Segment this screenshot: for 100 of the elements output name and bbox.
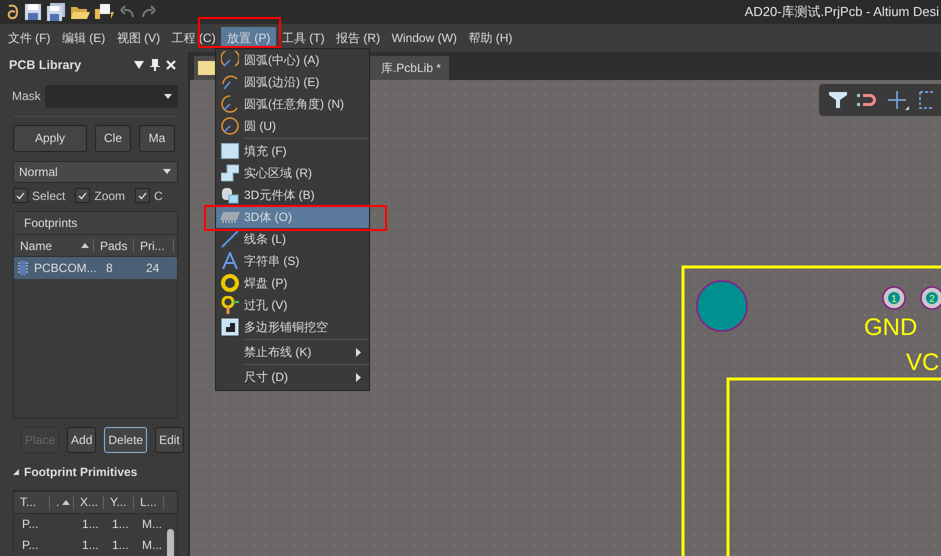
section-title: Footprints [24,216,78,230]
action-button[interactable]: Edit [155,426,184,453]
table-cell: M... [142,517,162,532]
menu-item[interactable]: 编辑 (E) [56,26,111,50]
menu-item[interactable]: Window (W) [386,28,463,48]
column-header[interactable]: Name [14,239,94,252]
menu-item[interactable]: 文件 (F) [2,26,56,50]
caret-icon [164,94,172,99]
expand-icon[interactable] [13,469,19,476]
checkbox[interactable] [13,188,28,204]
panel-title: PCB Library [9,58,82,72]
table-cell-text: 8 [105,261,114,276]
designator-label: VC [906,349,940,376]
menu-item[interactable]: 填充 (F) [216,140,369,162]
dropdown-icon[interactable] [134,61,144,70]
window-title: AD20-库测试.PrjPcb - Altium Desi [744,3,940,21]
cylinder-icon [221,186,239,204]
action-button[interactable]: Delete [104,426,148,453]
menu-item[interactable]: 焊盘 (P) [216,272,369,294]
mode-dropdown[interactable]: Normal [13,160,178,183]
pad: 1 [882,286,906,310]
section-title: Footprint Primitives [24,465,138,480]
table-cell: 1... [82,538,99,552]
table-cell: M... [142,538,162,552]
menu-item[interactable]: 线条 (L) [216,228,369,250]
filter-button[interactable]: Ma [139,124,175,152]
check-icon [16,192,25,200]
menu-item[interactable]: 帮助 (H) [462,26,518,50]
mounting-hole [696,280,748,332]
menu-item[interactable]: 多边形铺铜挖空 [216,316,369,338]
selection-icon[interactable] [919,91,933,109]
arc-icon [221,73,239,91]
column-header[interactable]: X... [74,496,104,509]
table-cell: 1... [82,517,99,532]
line-icon [221,230,239,248]
menu-item[interactable]: 尺寸 (D) [216,366,369,388]
table-cell: 1... [112,538,129,552]
region-icon [221,164,239,182]
menu-item[interactable]: 实心区域 (R) [216,162,369,184]
menu-item[interactable]: 圆弧(任意角度) (N) [216,93,369,115]
checkbox-label: C [154,188,163,203]
table-cell: P... [22,517,38,532]
folder-document-icon[interactable] [94,3,114,21]
menu-item[interactable]: 圆弧(中心) (A) [216,49,369,71]
menu-item[interactable]: 圆 (U) [216,115,369,137]
table-cell-text: 24 [145,261,160,276]
table-cell: P... [22,538,38,552]
menu-item[interactable]: 禁止布线 (K) [216,341,369,363]
pin-icon[interactable] [150,59,160,72]
via-icon [221,296,239,314]
chip-icon [220,210,240,224]
pad-icon [221,274,239,292]
rectangle-icon [221,142,239,160]
menu-item[interactable]: 字符串 (S) [216,250,369,272]
caret-icon [163,169,171,174]
column-header[interactable]: T... [14,496,50,509]
filter-button[interactable]: Apply [13,124,87,152]
menu-item[interactable]: 视图 (V) [111,26,166,50]
column-header[interactable]: L... [134,496,164,509]
chip-icon [18,261,28,276]
circle-icon [221,117,239,135]
checkbox-label: Select [32,188,66,203]
check-icon [78,192,88,200]
designator-label: GND [864,314,918,341]
checkbox[interactable] [75,188,90,204]
column-header[interactable]: Pri... [134,239,174,252]
crosshair-icon[interactable] [887,90,909,110]
column-header[interactable]: Pads [94,239,134,252]
logo-icon [6,3,20,21]
table-cell: 1... [112,517,129,532]
column-header[interactable]: . [50,496,74,509]
mask-field[interactable] [44,84,178,108]
action-button[interactable]: Add [67,426,96,453]
menu-item[interactable]: 过孔 (V) [216,294,369,316]
submenu-arrow-icon [356,348,361,356]
close-icon[interactable] [166,60,176,70]
arc-icon [221,95,239,113]
magnet-icon[interactable] [857,92,877,108]
checkbox-label: Zoom [94,188,126,203]
column-header[interactable]: Y... [104,496,134,509]
menu-item[interactable]: 工程 (C) [166,26,222,50]
menu-item[interactable]: 报告 (R) [330,26,386,50]
letter-icon [221,252,239,270]
pad: 2 [920,286,941,310]
cutout-icon [221,318,239,336]
submenu-arrow-icon [356,372,361,382]
save-icon[interactable] [24,3,42,21]
filter-button[interactable]: Cle [95,124,131,152]
mask-label: Mask [12,89,41,104]
checkbox[interactable] [135,188,150,204]
table-row[interactable]: PCBCOM... 8 24 [14,257,177,280]
save-all-icon[interactable] [46,3,66,21]
sort-arrow-icon [81,243,89,248]
arc-icon [221,51,239,69]
filter-icon[interactable] [829,92,847,108]
menu-item[interactable]: 3D元件体 (B) [216,184,369,206]
check-icon [138,192,148,200]
document-icon [198,61,216,75]
sort-arrow-icon [62,500,70,505]
table-cell: PCBCOM... [34,261,94,276]
